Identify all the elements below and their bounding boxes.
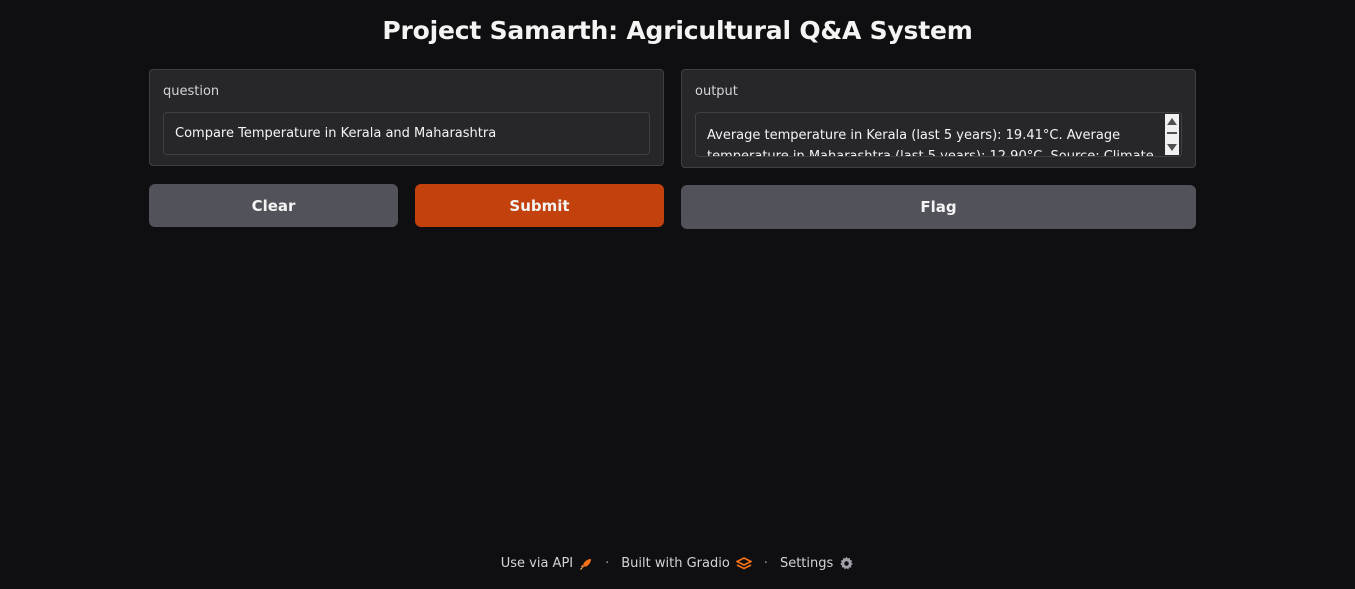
output-label: output: [695, 84, 738, 99]
submit-button[interactable]: Submit: [415, 184, 664, 227]
output-scrollbar[interactable]: [1165, 114, 1179, 155]
question-field: [163, 112, 650, 155]
scroll-up-arrow-icon[interactable]: [1167, 118, 1177, 125]
built-with-gradio-link[interactable]: Built with Gradio: [621, 556, 752, 571]
flag-button[interactable]: Flag: [681, 185, 1196, 229]
scroll-thumb[interactable]: [1167, 132, 1177, 134]
gradio-app: Project Samarth: Agricultural Q&A System…: [0, 0, 1355, 589]
output-textbox[interactable]: Average temperature in Kerala (last 5 ye…: [695, 112, 1182, 157]
footer: Use via API · Built with Gradio · Settin…: [0, 556, 1355, 571]
question-label: question: [163, 84, 220, 99]
use-via-api-link[interactable]: Use via API: [501, 556, 593, 571]
clear-button[interactable]: Clear: [149, 184, 398, 227]
output-text: Average temperature in Kerala (last 5 ye…: [707, 128, 1154, 157]
footer-separator: ·: [763, 556, 768, 571]
gradio-logo-icon: [735, 556, 752, 571]
footer-separator: ·: [605, 556, 610, 571]
built-with-gradio-label: Built with Gradio: [621, 556, 730, 571]
settings-link[interactable]: Settings: [780, 556, 854, 571]
use-via-api-label: Use via API: [500, 556, 574, 571]
question-panel: question: [149, 69, 664, 166]
page-title: Project Samarth: Agricultural Q&A System: [382, 16, 973, 45]
scroll-down-arrow-icon[interactable]: [1167, 144, 1177, 151]
output-panel: output Average temperature in Kerala (la…: [681, 69, 1196, 168]
gear-icon: [839, 556, 854, 571]
settings-label: Settings: [779, 556, 834, 571]
question-input[interactable]: [164, 113, 649, 154]
rocket-icon: [579, 557, 593, 571]
